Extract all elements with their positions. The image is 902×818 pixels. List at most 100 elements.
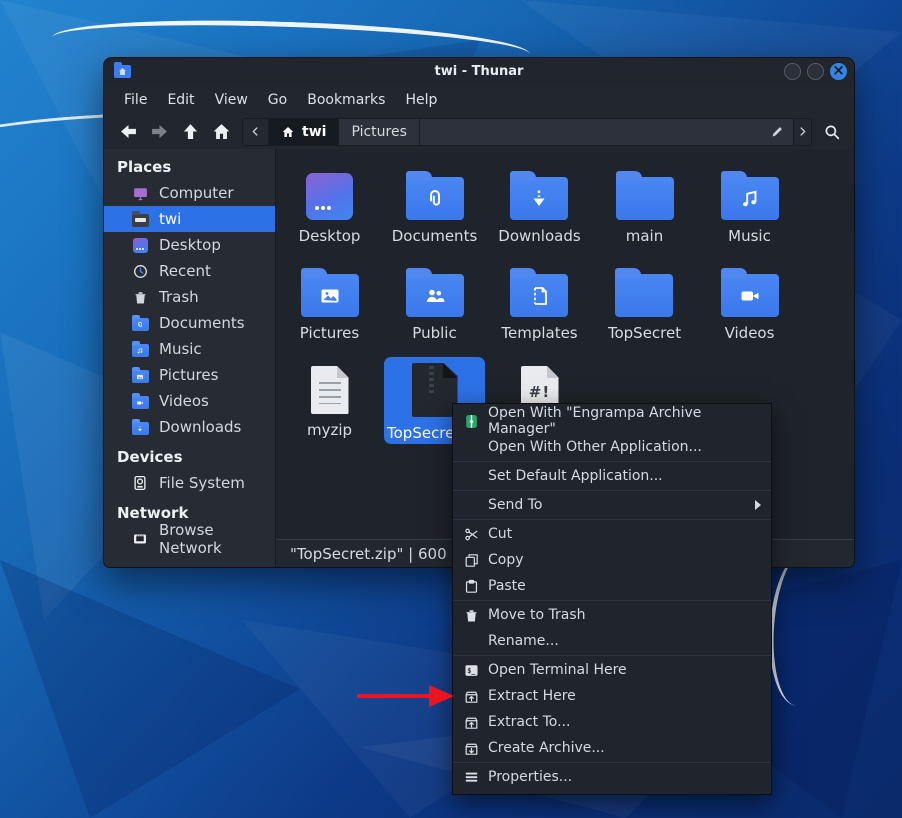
sidebar-item-label: Documents [159,314,245,332]
sidebar-item-music[interactable]: Music [104,336,275,362]
forward-button[interactable] [147,119,172,144]
sidebar-item-documents[interactable]: Documents [104,310,275,336]
menu-item-label: Extract To... [488,714,570,730]
menubar-item-bookmarks[interactable]: Bookmarks [297,88,395,112]
folder-downloads-icon [510,177,568,220]
edit-path-icon[interactable] [770,124,785,139]
sidebar-item-label: twi [159,210,181,228]
folder-documents-icon [131,315,149,331]
menu-item-set-default-application[interactable]: Set Default Application... [453,463,771,489]
file-topsecret[interactable]: TopSecret [592,260,697,357]
menu-item-properties[interactable]: Properties... [453,764,771,790]
menu-item-open-terminal-here[interactable]: Open Terminal Here [453,657,771,683]
menu-item-move-to-trash[interactable]: Move to Trash [453,602,771,628]
menu-separator [453,461,771,462]
breadcrumb-label: twi [302,124,326,140]
desktop-tile-icon [306,173,353,220]
menu-item-rename[interactable]: Rename... [453,628,771,654]
file-music[interactable]: Music [697,163,802,260]
file-label: Pictures [300,324,359,342]
folder-downloads-icon [131,419,149,435]
folder-pictures-icon [131,367,149,383]
sidebar-item-label: Trash [159,288,199,306]
toolbar: twi Pictures [104,114,854,149]
file-label: Documents [392,227,478,245]
file-videos[interactable]: Videos [697,260,802,357]
breadcrumb-pictures[interactable]: Pictures [339,119,419,145]
back-button[interactable] [116,119,141,144]
file-desktop[interactable]: Desktop [277,163,382,260]
file-pictures[interactable]: Pictures [277,260,382,357]
sidebar-item-file-system[interactable]: File System [104,470,275,496]
folder-music-icon [721,177,779,220]
desktop-tile-icon [131,237,149,253]
maximize-button[interactable] [807,63,824,80]
zip-file-icon [412,363,458,417]
menu-item-open-with-engrampa-archive-manager[interactable]: Open With "Engrampa Archive Manager" [453,408,771,434]
sidebar-item-computer[interactable]: Computer [104,180,275,206]
sidebar-item-recent[interactable]: Recent [104,258,275,284]
sidebar-item-label: Pictures [159,366,218,384]
annotation-arrow [357,685,454,707]
menubar-item-edit[interactable]: Edit [157,88,204,112]
no-icon [462,468,481,485]
menu-separator [453,519,771,520]
close-button[interactable] [830,63,847,80]
path-bar: twi Pictures [242,118,794,146]
minimize-button[interactable] [784,63,801,80]
sidebar-item-browse-network[interactable]: Browse Network [104,526,275,552]
home-button[interactable] [209,119,234,144]
sidebar-item-trash[interactable]: Trash [104,284,275,310]
terminal-icon [462,662,481,679]
menu-item-open-with-other-application[interactable]: Open With Other Application... [453,434,771,460]
sidebar-item-label: Computer [159,184,234,202]
sidebar-item-desktop[interactable]: Desktop [104,232,275,258]
menu-item-copy[interactable]: Copy [453,547,771,573]
menu-item-label: Send To [488,497,542,513]
statusbar-text: "TopSecret.zip" | 600 by [290,545,470,563]
menu-separator [453,655,771,656]
file-myzip[interactable]: myzip [277,357,382,454]
clock-icon [131,263,149,279]
menu-item-send-to[interactable]: Send To [453,492,771,518]
menubar-item-help[interactable]: Help [395,88,447,112]
sidebar-item-downloads[interactable]: Downloads [104,414,275,440]
menubar-item-go[interactable]: Go [258,88,297,112]
window-title: twi - Thunar [104,64,854,79]
titlebar[interactable]: twi - Thunar [104,58,854,85]
menu-item-label: Open Terminal Here [488,662,627,678]
sidebar-item-twi[interactable]: twi [104,206,275,232]
menubar-item-file[interactable]: File [114,88,157,112]
file-downloads[interactable]: Downloads [487,163,592,260]
search-button[interactable] [818,119,846,145]
folder-templates-icon [510,274,568,317]
sidebar-item-videos[interactable]: Videos [104,388,275,414]
menu-item-label: Create Archive... [488,740,605,756]
file-public[interactable]: Public [382,260,487,357]
menu-separator [453,600,771,601]
file-label: Music [728,227,771,245]
menu-item-extract-here[interactable]: Extract Here [453,683,771,709]
paste-icon [462,578,481,595]
menubar-item-view[interactable]: View [205,88,258,112]
menu-item-create-archive[interactable]: Create Archive... [453,735,771,761]
file-main[interactable]: main [592,163,697,260]
menu-item-label: Open With Other Application... [488,439,702,455]
path-scroll-left-button[interactable] [243,119,269,145]
up-button[interactable] [178,119,203,144]
menu-item-paste[interactable]: Paste [453,573,771,599]
breadcrumb-twi[interactable]: twi [269,119,339,145]
file-label: TopSecret [608,324,681,342]
menu-item-label: Properties... [488,769,572,785]
sidebar-item-pictures[interactable]: Pictures [104,362,275,388]
context-menu: Open With "Engrampa Archive Manager" Open… [452,403,772,795]
file-templates[interactable]: Templates [487,260,592,357]
sidebar-item-label: Browse Network [159,521,275,557]
path-empty-area[interactable] [420,119,793,145]
drive-icon [131,475,149,491]
path-scroll-right-button[interactable] [794,118,812,146]
menu-item-cut[interactable]: Cut [453,521,771,547]
menu-item-extract-to[interactable]: Extract To... [453,709,771,735]
file-documents[interactable]: Documents [382,163,487,260]
extract-icon [462,688,481,705]
